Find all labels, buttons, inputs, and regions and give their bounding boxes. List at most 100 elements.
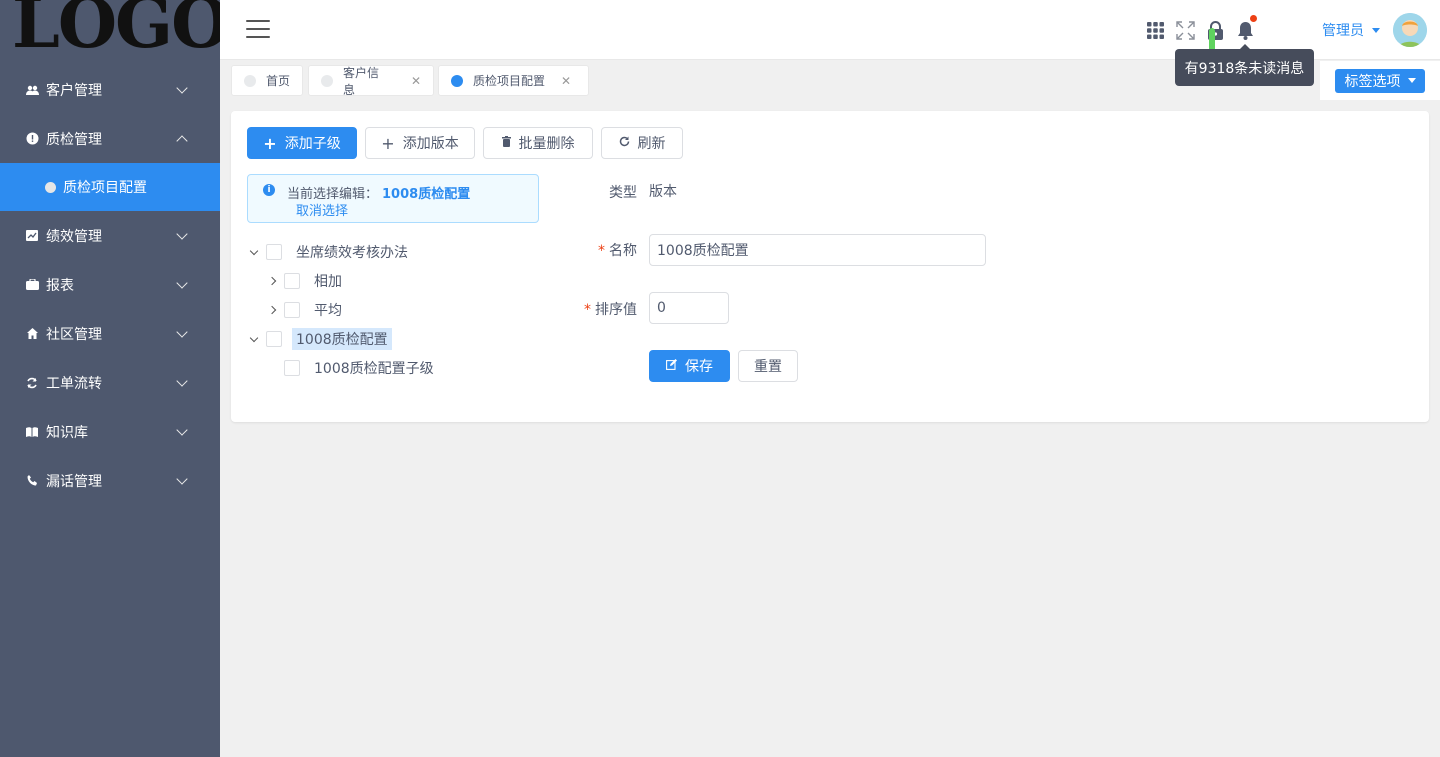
name-label: * 名称 <box>598 243 637 259</box>
caret-down-icon <box>1372 27 1380 33</box>
tree-node-label[interactable]: 1008质检配置子级 <box>310 357 438 379</box>
chevron-right-icon[interactable] <box>264 276 280 286</box>
tree-checkbox[interactable] <box>266 331 282 347</box>
content-card: + 添加子级 + 添加版本 批量删除 刷新 i 当前选择编辑： 1008质检配置 … <box>231 111 1429 422</box>
menu-toggle-icon[interactable] <box>246 20 270 38</box>
sidebar-item-report[interactable]: 报表 <box>0 260 220 309</box>
batch-delete-button[interactable]: 批量删除 <box>483 127 593 159</box>
chevron-down-icon <box>176 81 188 94</box>
tooltip-text: 有9318条未读消息 <box>1184 60 1305 77</box>
tree-node-label[interactable]: 相加 <box>310 270 346 292</box>
sidebar-subitem-quality-config[interactable]: 质检项目配置 <box>0 163 220 211</box>
sidebar-subitem-label: 质检项目配置 <box>63 180 147 196</box>
tab-quality-config[interactable]: 质检项目配置 ✕ <box>438 65 589 96</box>
refresh-button[interactable]: 刷新 <box>601 127 683 159</box>
chevron-down-icon <box>176 227 188 240</box>
sidebar-item-label: 社区管理 <box>46 326 102 343</box>
trash-icon <box>501 135 511 151</box>
chevron-up-icon <box>176 134 188 147</box>
tree-node: 相加 <box>264 270 346 292</box>
button-label: 刷新 <box>637 136 666 152</box>
bell-icon[interactable] <box>1235 15 1257 41</box>
tab-label: 首页 <box>266 74 291 88</box>
refresh-icon <box>619 136 630 151</box>
chevron-down-icon[interactable] <box>246 333 262 342</box>
save-button[interactable]: 保存 <box>649 350 730 382</box>
sidebar-item-performance[interactable]: 绩效管理 <box>0 211 220 260</box>
sidebar-item-quality[interactable]: 质检管理 <box>0 114 220 163</box>
apps-grid-icon[interactable] <box>1145 19 1165 41</box>
briefcase-icon <box>25 278 39 292</box>
tag-options-button[interactable]: 标签选项 <box>1335 68 1425 93</box>
home-icon <box>25 327 39 341</box>
sort-label: * 排序值 <box>584 302 637 318</box>
chevron-down-icon[interactable] <box>246 246 262 255</box>
notifications-tooltip: 有9318条未读消息 <box>1175 44 1314 86</box>
sidebar: LOGO 客户管理 质检管理 质检项目配置 绩效管理 报表 社区管理 工单流转 … <box>0 0 220 757</box>
type-value: 版本 <box>649 184 677 200</box>
tab-label: 质检项目配置 <box>473 74 546 88</box>
reset-button[interactable]: 重置 <box>738 350 798 382</box>
add-child-button[interactable]: + 添加子级 <box>247 127 357 159</box>
name-input-value: 1008质检配置 <box>657 243 749 259</box>
alert-circle-icon <box>25 132 39 146</box>
refresh-icon <box>25 376 39 390</box>
sidebar-item-customer[interactable]: 客户管理 <box>0 65 220 114</box>
phone-icon <box>25 474 39 488</box>
user-dropdown[interactable]: 管理员 <box>1322 20 1380 40</box>
sidebar-item-workorder[interactable]: 工单流转 <box>0 358 220 407</box>
sidebar-item-label: 知识库 <box>46 424 88 441</box>
chevron-down-icon <box>176 325 188 338</box>
tree-node-label[interactable]: 坐席绩效考核办法 <box>292 241 412 263</box>
user-name: 管理员 <box>1322 23 1364 39</box>
users-icon <box>25 83 39 97</box>
tree-checkbox[interactable] <box>284 273 300 289</box>
chevron-down-icon <box>176 374 188 387</box>
sidebar-item-label: 客户管理 <box>46 82 102 99</box>
cancel-selection-link[interactable]: 取消选择 <box>296 200 348 219</box>
sort-input[interactable]: 0 <box>649 292 729 324</box>
tree-checkbox[interactable] <box>284 302 300 318</box>
sidebar-item-missed-calls[interactable]: 漏话管理 <box>0 456 220 505</box>
sidebar-item-label: 工单流转 <box>46 375 102 392</box>
sidebar-menu: 客户管理 质检管理 质检项目配置 绩效管理 报表 社区管理 工单流转 知识库 漏… <box>0 65 220 505</box>
circle-icon <box>45 181 56 193</box>
sort-input-value: 0 <box>657 300 666 316</box>
lock-icon[interactable] <box>1205 19 1225 41</box>
add-version-button[interactable]: + 添加版本 <box>365 127 475 159</box>
type-label: 类型 <box>609 185 637 201</box>
header-icons <box>1145 15 1257 41</box>
tree-node: 1008质检配置 <box>246 328 392 350</box>
tab-label: 客户信息 <box>342 65 379 97</box>
tree-node-label[interactable]: 平均 <box>310 299 346 321</box>
circle-icon <box>321 74 333 87</box>
sidebar-item-label: 绩效管理 <box>46 228 102 245</box>
button-label: 添加子级 <box>284 136 341 152</box>
close-icon[interactable]: ✕ <box>411 74 421 88</box>
sidebar-item-label: 漏话管理 <box>46 473 102 490</box>
chevron-down-icon <box>176 423 188 436</box>
book-icon <box>25 425 39 439</box>
sidebar-item-knowledge[interactable]: 知识库 <box>0 407 220 456</box>
close-icon[interactable]: ✕ <box>561 74 571 88</box>
button-label: 批量删除 <box>518 136 575 152</box>
avatar[interactable] <box>1393 13 1427 47</box>
tree-checkbox[interactable] <box>284 360 300 376</box>
chevron-down-icon <box>176 472 188 485</box>
circle-icon <box>451 74 463 87</box>
tree-checkbox[interactable] <box>266 244 282 260</box>
tab-customer-info[interactable]: 客户信息 ✕ <box>308 65 434 97</box>
name-input[interactable]: 1008质检配置 <box>649 234 986 266</box>
fullscreen-icon[interactable] <box>1175 19 1195 41</box>
alert-selected-item: 1008质检配置 <box>382 187 471 202</box>
button-label: 重置 <box>754 359 782 375</box>
info-icon: i <box>263 184 275 196</box>
selection-alert: i 当前选择编辑： 1008质检配置 取消选择 <box>247 174 539 223</box>
tree-node-label[interactable]: 1008质检配置 <box>292 328 392 350</box>
chevron-right-icon[interactable] <box>264 305 280 315</box>
chart-icon <box>25 229 39 243</box>
logo-text: LOGO <box>12 0 220 58</box>
logo: LOGO <box>0 0 220 58</box>
tab-home[interactable]: 首页 <box>231 65 303 96</box>
sidebar-item-community[interactable]: 社区管理 <box>0 309 220 358</box>
